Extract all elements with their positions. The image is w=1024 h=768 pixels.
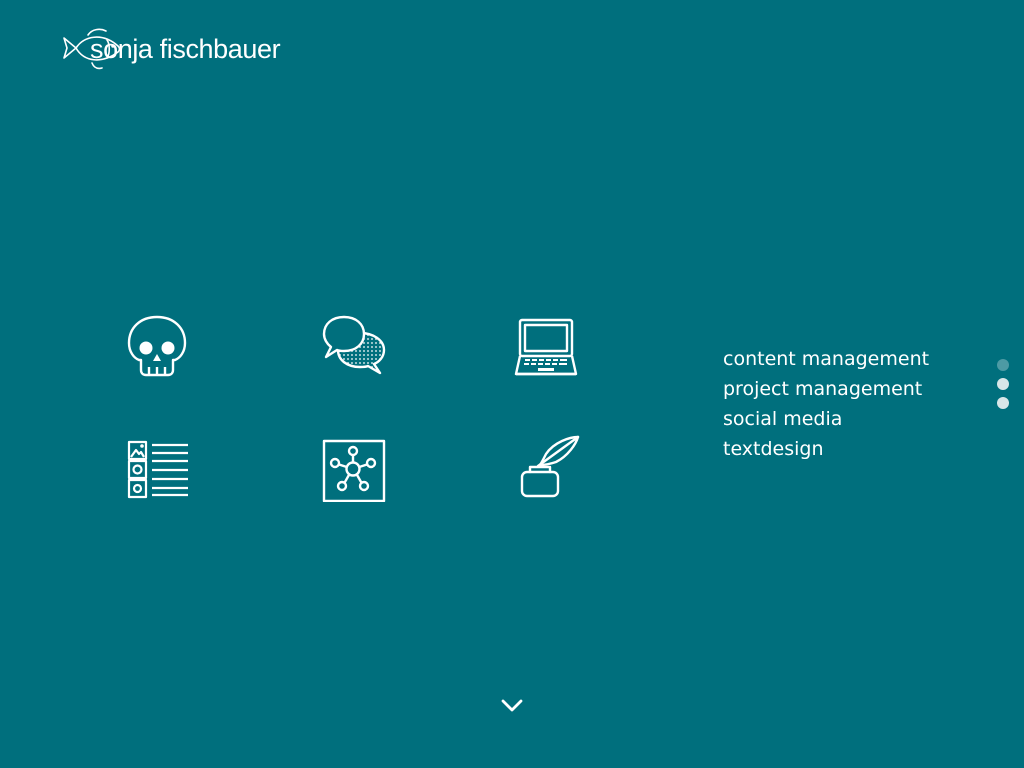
network-icon[interactable]	[322, 438, 386, 502]
chevron-down-icon	[501, 699, 523, 712]
pagination-dot-2[interactable]	[997, 378, 1009, 390]
skull-icon[interactable]	[125, 313, 189, 377]
service-textdesign[interactable]: textdesign	[723, 434, 929, 464]
site-logo[interactable]: sonja fischbauer	[62, 26, 281, 72]
laptop-icon[interactable]	[514, 316, 578, 380]
services-list: content management project management so…	[723, 344, 929, 464]
service-project-management[interactable]: project management	[723, 374, 929, 404]
speech-bubbles-icon[interactable]	[322, 313, 386, 377]
service-social-media[interactable]: social media	[723, 404, 929, 434]
pagination-dot-1[interactable]	[997, 359, 1009, 371]
quill-inkwell-icon[interactable]	[518, 434, 582, 498]
logo-text: sonja fischbauer	[90, 34, 281, 64]
scroll-down-button[interactable]	[500, 697, 524, 715]
pagination-dot-3[interactable]	[997, 397, 1009, 409]
slide-pagination	[997, 359, 1009, 416]
page: sonja fischbauer content management proj…	[0, 0, 1024, 768]
service-content-management[interactable]: content management	[723, 344, 929, 374]
content-list-icon[interactable]	[126, 438, 190, 502]
